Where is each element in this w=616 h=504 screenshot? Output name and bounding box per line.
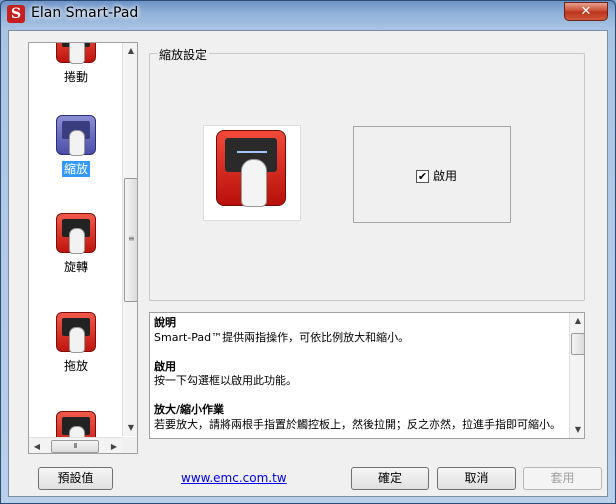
website-link[interactable]: www.emc.com.tw [181,471,287,485]
scroll-up-arrow-icon[interactable]: ▲ [570,313,584,329]
dialog-client-area: 捲動 縮放 旋轉 拖放 ▲ ≡ ▼ ◀ III ▶ 縮放設定 ✔ 啟用 說明 S… [8,30,608,497]
rotate-icon [56,213,96,254]
gesture-item-drag[interactable]: 拖放 [29,312,123,374]
scroll-up-arrow-icon[interactable]: ▲ [123,43,137,59]
desc-body: Smart-Pad™提供兩指操作，可依比例放大和縮小。 [154,330,410,344]
enable-label[interactable]: 啟用 [433,167,457,184]
close-button[interactable]: ✕ [564,2,608,21]
desc-heading: 放大/縮小作業 [154,403,225,416]
gesture-item-label: 捲動 [63,70,88,84]
cancel-button[interactable]: 取消 [437,467,516,490]
scroll-icon [56,43,96,64]
description-box: 說明 Smart-Pad™提供兩指操作，可依比例放大和縮小。 啟用 按一下勾選框… [149,312,585,439]
scroll-down-arrow-icon[interactable]: ▼ [123,420,137,436]
scroll-corner [122,437,137,453]
description-scroll-thumb[interactable] [571,333,584,355]
window-title: Elan Smart-Pad [31,5,139,21]
gesture-item-label: 旋轉 [63,260,88,274]
description-scrollbar[interactable]: ▲ ▼ [569,313,584,438]
scroll-right-arrow-icon[interactable]: ▶ [106,438,122,453]
gesture-item-rotate[interactable]: 旋轉 [29,213,123,275]
defaults-button[interactable]: 預設值 [38,467,113,490]
app-window: S Elan Smart-Pad ✕ 捲動 縮放 旋轉 拖放 ▲ ≡ ▼ ◀ I… [0,0,616,504]
desc-heading: 說明 [154,316,176,329]
enable-checkbox[interactable]: ✔ [416,170,429,183]
apply-button[interactable]: 套用 [523,467,602,490]
title-bar[interactable]: S Elan Smart-Pad ✕ [1,1,615,29]
gesture-item-label: 縮放 [60,160,92,178]
gesture-preview [203,125,301,221]
desc-heading: 啟用 [154,359,176,373]
list-scroll-thumb[interactable]: ≡ [124,178,137,302]
gesture-item-scroll[interactable]: 捲動 [29,43,123,85]
list-horizontal-scrollbar[interactable]: ◀ III ▶ [29,437,122,453]
description-text: 說明 Smart-Pad™提供兩指操作，可依比例放大和縮小。 啟用 按一下勾選框… [154,316,566,432]
list-hscroll-thumb[interactable]: III [51,440,99,453]
elan-app-icon: S [7,5,25,23]
group-title: 縮放設定 [157,46,210,63]
drag-icon [56,312,96,353]
zoom-icon [56,115,96,156]
list-vertical-scrollbar[interactable]: ▲ ≡ ▼ [122,43,137,436]
desc-body: 按一下勾選框以啟用此功能。 [154,374,297,387]
ok-button[interactable]: 確定 [351,467,429,490]
desc-body: 若要放大，請將兩根手指置於觸控板上，然後拉開；反之亦然，拉進手指即可縮小。 [154,417,561,431]
scroll-left-arrow-icon[interactable]: ◀ [29,438,45,453]
scroll-down-arrow-icon[interactable]: ▼ [570,422,584,438]
gesture-list[interactable]: 捲動 縮放 旋轉 拖放 ▲ ≡ ▼ ◀ III ▶ [28,42,138,454]
options-panel: ✔ 啟用 [353,126,511,223]
gesture-item-zoom[interactable]: 縮放 [29,115,123,178]
zoom-gesture-icon [216,130,286,207]
gesture-item-label: 拖放 [63,359,88,373]
